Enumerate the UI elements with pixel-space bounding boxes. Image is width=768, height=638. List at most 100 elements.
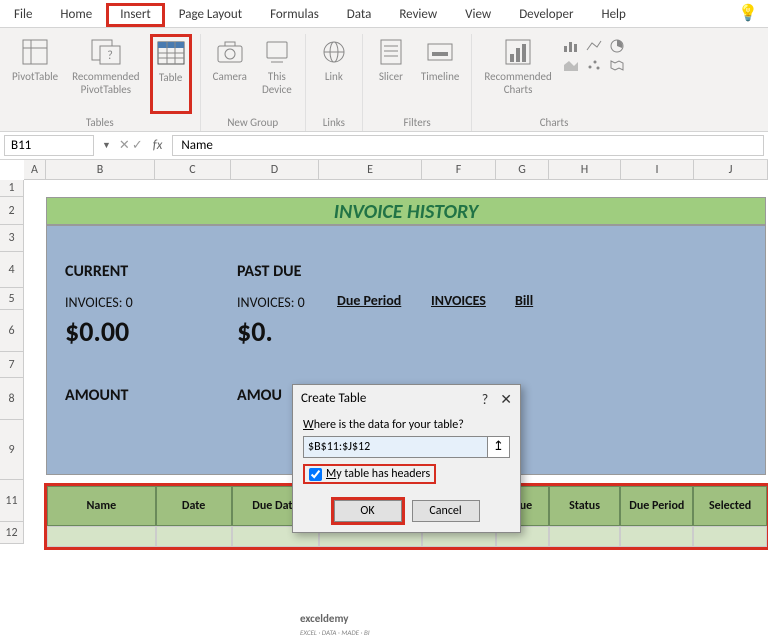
ribbon-group-label: New Group <box>227 114 278 131</box>
formula-input[interactable] <box>172 135 764 156</box>
th-date[interactable]: Date <box>156 486 232 526</box>
create-table-dialog: Create Table ? ✕ WWhere is the data for … <box>292 384 521 533</box>
col-header[interactable]: I <box>621 160 694 179</box>
col-header[interactable]: F <box>422 160 496 179</box>
due-period-header: Due Period <box>337 292 401 309</box>
ribbon-group-charts: Recommended Charts Charts <box>472 34 635 131</box>
dialog-close-icon[interactable]: ✕ <box>500 391 512 408</box>
pastdue-amount: $0. <box>237 314 273 349</box>
tab-view[interactable]: View <box>451 3 505 27</box>
th-status[interactable]: Status <box>549 486 621 526</box>
row-header[interactable]: 11 <box>0 480 23 522</box>
tab-home[interactable]: Home <box>46 3 106 27</box>
invoices-count-pastdue: INVOICES: 0 <box>237 294 305 311</box>
timeline-button[interactable]: Timeline <box>417 34 463 114</box>
row-headers: 1 2 3 4 5 6 7 8 9 11 12 <box>0 180 24 544</box>
cancel-formula-icon[interactable]: ✕ <box>119 138 130 153</box>
amount-label: AMOUNT <box>65 386 128 405</box>
row-header[interactable]: 9 <box>0 420 23 480</box>
row-header[interactable]: 5 <box>0 288 23 310</box>
column-headers: A B C D E F G H I J <box>24 160 768 180</box>
tab-insert[interactable]: Insert <box>106 3 165 27</box>
ribbon-group-label: Tables <box>86 114 114 131</box>
ribbon-group-links: Link Links <box>306 34 363 131</box>
table-button[interactable]: Table <box>150 34 192 114</box>
th-name[interactable]: Name <box>47 486 156 526</box>
name-box[interactable] <box>4 135 94 156</box>
chart-type-grid[interactable] <box>562 34 628 114</box>
ribbon-group-filters: Slicer Timeline Filters <box>363 34 472 131</box>
col-header[interactable]: C <box>155 160 231 179</box>
row-header[interactable]: 4 <box>0 252 23 288</box>
area-chart-icon[interactable] <box>562 57 580 73</box>
tab-help[interactable]: Help <box>587 3 639 27</box>
headers-checkbox[interactable] <box>309 468 322 481</box>
dialog-help-icon[interactable]: ? <box>482 391 489 408</box>
ribbon-group-newgroup: Camera This Device New Group <box>201 34 306 131</box>
recommended-charts-button[interactable]: Recommended Charts <box>480 34 555 114</box>
line-chart-icon[interactable] <box>585 38 603 54</box>
dialog-title: Create Table <box>301 391 366 408</box>
row-header[interactable]: 12 <box>0 522 23 544</box>
row-header[interactable]: 8 <box>0 378 23 420</box>
pastdue-label: PAST DUE <box>237 262 301 281</box>
tab-data[interactable]: Data <box>333 3 386 27</box>
pie-chart-icon[interactable] <box>608 38 626 54</box>
title-cell[interactable]: INVOICE HISTORY <box>46 197 766 225</box>
col-header[interactable]: H <box>549 160 621 179</box>
svg-text:?: ? <box>107 49 113 63</box>
scatter-chart-icon[interactable] <box>585 57 603 73</box>
recommended-pivottables-button[interactable]: ?Recommended PivotTables <box>68 34 143 114</box>
ribbon-group-label: Links <box>323 114 345 131</box>
th-dueperiod[interactable]: Due Period <box>620 486 693 526</box>
col-header[interactable]: G <box>496 160 549 179</box>
enter-formula-icon[interactable]: ✓ <box>132 138 143 153</box>
ok-button[interactable]: OK <box>334 500 402 522</box>
dialog-titlebar[interactable]: Create Table ? ✕ <box>293 385 520 414</box>
tab-file[interactable]: File <box>0 3 46 27</box>
current-amount: $0.00 <box>65 314 129 349</box>
ribbon-body: PivotTable ?Recommended PivotTables Tabl… <box>0 28 768 132</box>
cancel-button[interactable]: Cancel <box>412 500 480 522</box>
col-header[interactable]: J <box>694 160 768 179</box>
tab-pagelayout[interactable]: Page Layout <box>165 3 256 27</box>
col-header[interactable]: B <box>46 160 155 179</box>
headers-checkbox-row[interactable]: My table has headers <box>303 464 436 484</box>
ribbon-group-label: Filters <box>404 114 431 131</box>
tab-developer[interactable]: Developer <box>505 3 587 27</box>
current-label: CURRENT <box>65 262 128 281</box>
bill-header: Bill <box>515 292 533 309</box>
link-button[interactable]: Link <box>314 34 354 114</box>
col-header[interactable]: D <box>231 160 319 179</box>
fx-icon[interactable]: fx <box>147 138 169 153</box>
watermark: exceldemyEXCEL · DATA · MADE · BI <box>300 612 370 638</box>
col-header[interactable]: E <box>319 160 422 179</box>
ribbon-tabs: File Home Insert Page Layout Formulas Da… <box>0 0 768 28</box>
this-device-button[interactable]: This Device <box>257 34 297 114</box>
ribbon-group-tables: PivotTable ?Recommended PivotTables Tabl… <box>0 34 201 131</box>
tab-review[interactable]: Review <box>385 3 451 27</box>
camera-button[interactable]: Camera <box>209 34 251 114</box>
row-header[interactable]: 6 <box>0 310 23 352</box>
range-selector-icon[interactable]: ↥ <box>487 437 509 457</box>
slicer-button[interactable]: Slicer <box>371 34 411 114</box>
row-header[interactable]: 1 <box>0 180 23 197</box>
pivottable-button[interactable]: PivotTable <box>8 34 62 114</box>
row-header[interactable]: 3 <box>0 225 23 252</box>
tab-formulas[interactable]: Formulas <box>256 3 333 27</box>
row-header[interactable]: 2 <box>0 197 23 225</box>
th-selected[interactable]: Selected <box>693 486 767 526</box>
dialog-question: WWhere is the data for your table?here i… <box>303 418 510 432</box>
col-header[interactable]: A <box>24 160 46 179</box>
range-input[interactable] <box>304 437 487 457</box>
bar-chart-icon[interactable] <box>562 38 580 54</box>
tell-me-icon[interactable]: 💡 <box>728 0 768 27</box>
amount-label-partial: AMOU <box>237 386 282 405</box>
name-box-dropdown-icon[interactable]: ▼ <box>98 140 115 151</box>
ribbon-group-label: Charts <box>540 114 569 131</box>
headers-checkbox-label: My table has headers <box>326 467 430 481</box>
row-header[interactable]: 7 <box>0 352 23 378</box>
invoices-header: INVOICES <box>431 292 486 309</box>
formula-bar: ▼ ✕ ✓ fx <box>0 132 768 160</box>
map-chart-icon[interactable] <box>608 57 626 73</box>
